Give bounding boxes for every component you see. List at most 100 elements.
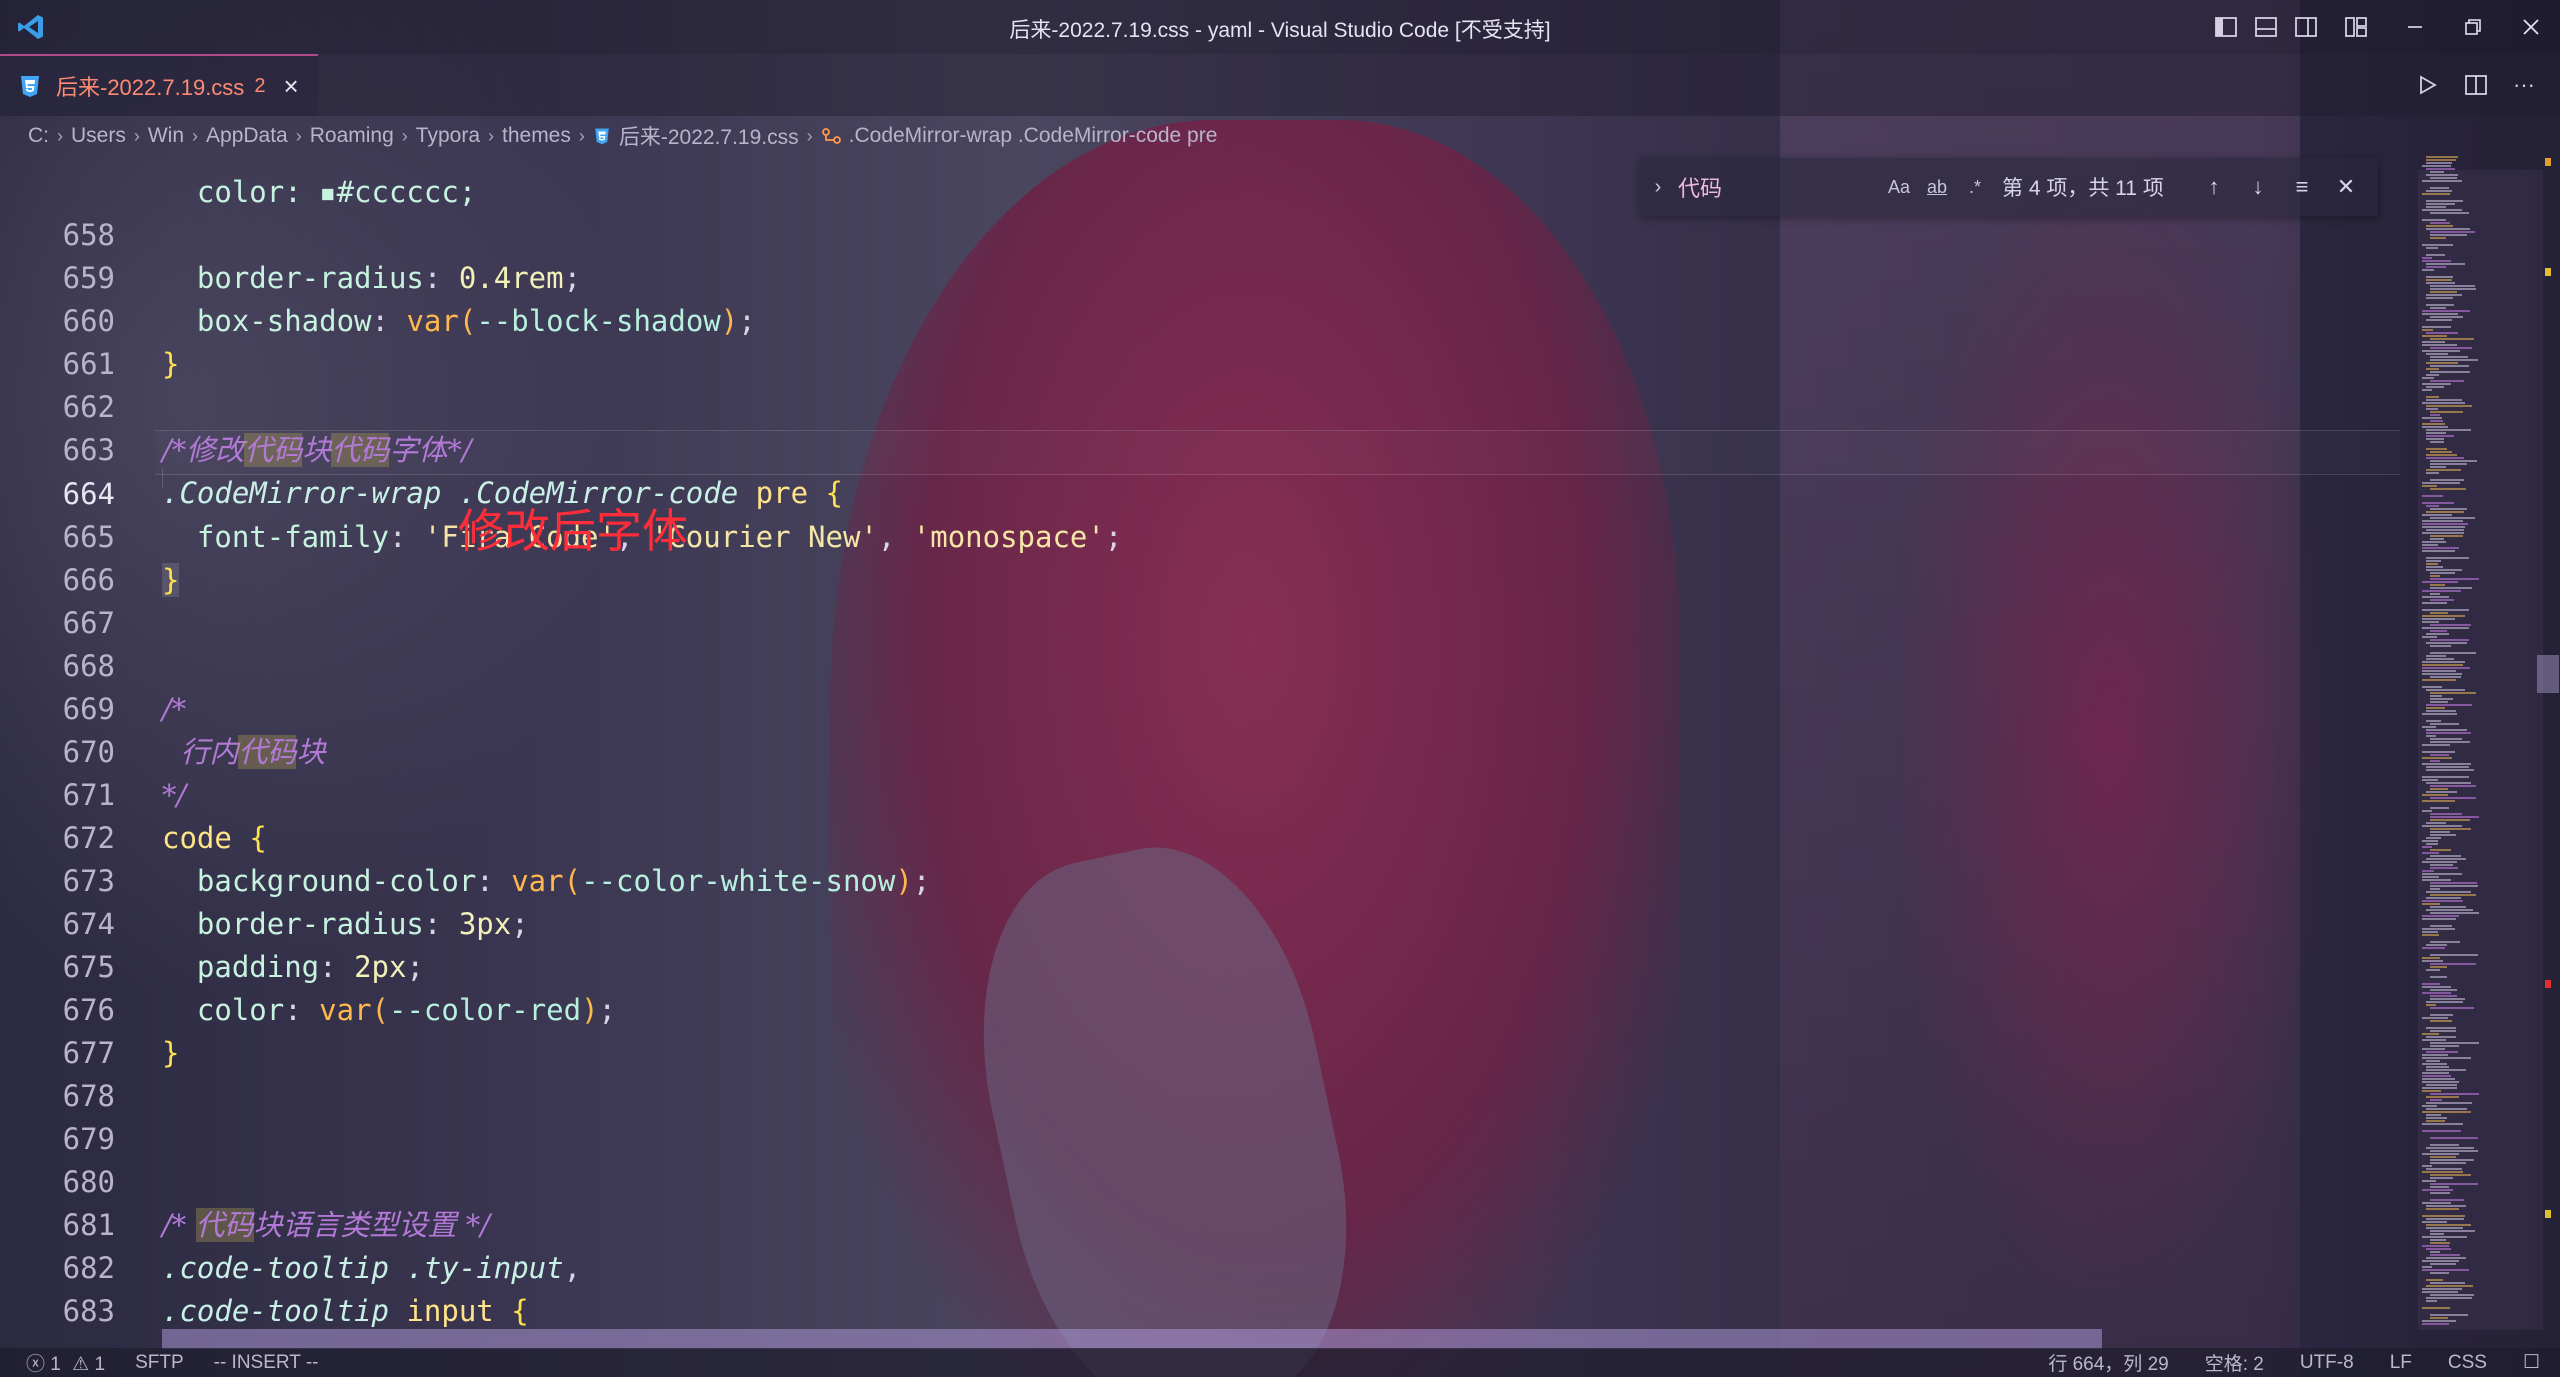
minimap-line [2430, 624, 2471, 626]
minimap-line [2426, 707, 2445, 709]
minimap-line [2426, 1051, 2458, 1053]
minimap-line [2422, 918, 2456, 920]
split-editor-icon[interactable] [2452, 54, 2500, 116]
minimap-line [2422, 1153, 2459, 1155]
minimap-line [2430, 885, 2478, 887]
minimap-line [2422, 947, 2445, 949]
horizontal-scrollbar-thumb[interactable] [162, 1329, 2102, 1349]
breadcrumb-file-label: 后来-2022.7.19.css [618, 126, 799, 149]
minimap-line [2426, 1069, 2466, 1071]
minimap-line [2422, 870, 2434, 872]
minimap-line [2422, 514, 2452, 516]
more-actions-icon[interactable]: ··· [2500, 54, 2548, 116]
breadcrumb-item[interactable]: Roaming [310, 124, 394, 148]
minimap-line [2430, 963, 2476, 965]
find-input[interactable] [1676, 166, 1880, 208]
minimize-icon[interactable] [2386, 0, 2444, 54]
end-of-line[interactable]: LF [2390, 1352, 2412, 1374]
minimap-line [2422, 329, 2433, 331]
toggle-primary-sidebar-icon[interactable] [2206, 0, 2246, 54]
minimap-line [2426, 897, 2461, 899]
editor-tab-bar: 后来-2022.7.19.css 2 × ··· [0, 54, 2560, 116]
minimap-line [2422, 825, 2462, 827]
code-line: 666 [0, 516, 2400, 597]
minimap-line [2430, 912, 2479, 914]
chevron-right-icon: › [133, 125, 140, 146]
minimap-line [2426, 732, 2471, 734]
minimap[interactable] [2418, 156, 2543, 1334]
language-mode[interactable]: CSS [2448, 1352, 2487, 1374]
tab-css-file[interactable]: 后来-2022.7.19.css 2 × [0, 54, 318, 116]
breadcrumb-file[interactable]: 后来-2022.7.19.css [593, 121, 799, 151]
minimap-line [2426, 247, 2438, 249]
close-window-icon[interactable] [2502, 0, 2560, 54]
breadcrumb-item[interactable]: Typora [416, 124, 480, 148]
minimap-line [2430, 998, 2465, 1000]
line-number: 684 [0, 1333, 115, 1334]
breadcrumb-item[interactable]: Win [148, 124, 184, 148]
minimap-line [2430, 1263, 2456, 1265]
minimap-line [2430, 692, 2476, 694]
use-regex-button[interactable]: .* [1956, 177, 1994, 198]
match-whole-word-button[interactable]: ab [1918, 177, 1956, 198]
minimap-line [2422, 417, 2442, 419]
minimap-line [2426, 435, 2454, 437]
tab-close-icon[interactable]: × [283, 71, 298, 102]
breadcrumb-item[interactable]: Users [71, 124, 126, 148]
breadcrumb-symbol[interactable]: .CodeMirror-wrap .CodeMirror-code pre [821, 124, 1217, 148]
minimap-line [2426, 1114, 2441, 1116]
cursor-position[interactable]: 行 664，列 29 [2048, 1349, 2168, 1376]
minimap-line [2430, 754, 2449, 756]
minimap-line [2422, 1180, 2436, 1182]
minimap-line [2422, 928, 2455, 930]
minimap-line [2422, 667, 2470, 669]
find-in-selection-icon[interactable]: ≡ [2280, 174, 2324, 200]
sftp-status[interactable]: SFTP [135, 1352, 184, 1374]
minimap-line [2430, 365, 2469, 367]
minimap-line [2422, 377, 2434, 379]
run-icon[interactable] [2404, 54, 2452, 116]
restore-icon[interactable] [2444, 0, 2502, 54]
minimap-line [2430, 855, 2461, 857]
code-line: 671 code { [0, 731, 2400, 855]
minimap-line [2426, 1036, 2456, 1038]
toggle-panel-icon[interactable] [2246, 0, 2286, 54]
minimap-line [2430, 1162, 2466, 1164]
indentation[interactable]: 空格: 2 [2205, 1349, 2264, 1376]
minimap-line [2426, 448, 2447, 450]
minimap-line [2426, 1208, 2459, 1210]
breadcrumb-item[interactable]: C: [28, 124, 49, 148]
minimap-line [2422, 879, 2451, 881]
encoding[interactable]: UTF-8 [2300, 1352, 2354, 1374]
customize-layout-icon[interactable] [2326, 0, 2386, 54]
previous-match-icon[interactable]: ↑ [2192, 174, 2236, 200]
minimap-line [2430, 630, 2447, 632]
minimap-line [2422, 219, 2446, 221]
minimap-line [2430, 420, 2443, 422]
feedback-icon[interactable]: ☐ [2523, 1351, 2540, 1374]
breadcrumb-item[interactable]: AppData [206, 124, 288, 148]
vertical-scrollbar-thumb[interactable] [2537, 655, 2559, 693]
problems-indicator[interactable]: ⓧ 1 ⚠ 1 [26, 1349, 105, 1376]
chevron-right-icon: › [401, 125, 408, 146]
next-match-icon[interactable]: ↓ [2236, 174, 2280, 200]
minimap-line [2430, 411, 2463, 413]
toggle-secondary-sidebar-icon[interactable] [2286, 0, 2326, 54]
minimap-line [2430, 652, 2476, 654]
toggle-replace-chevron-icon[interactable]: › [1640, 176, 1676, 199]
code-editor[interactable]: color: ▪#cccccc; 658 border-radius: 0.4r… [0, 156, 2400, 1334]
minimap-line [2430, 1177, 2453, 1179]
close-find-icon[interactable]: ✕ [2324, 174, 2368, 200]
code-line: 675 color: var(--color-red); [0, 903, 2400, 1027]
match-case-button[interactable]: Aa [1880, 177, 1918, 198]
breadcrumb-item[interactable]: themes [502, 124, 571, 148]
minimap-line [2430, 989, 2457, 991]
minimap-line [2430, 819, 2470, 821]
minimap-line [2422, 957, 2440, 959]
minimap-line [2426, 704, 2472, 706]
minimap-line [2426, 909, 2473, 911]
code-line: 662 /*修改代码块代码字体*/ [0, 343, 2400, 467]
code-line: 684 color: #fa3534 [0, 1290, 2400, 1333]
minimap-line [2422, 335, 2447, 337]
minimap-line [2426, 399, 2462, 401]
